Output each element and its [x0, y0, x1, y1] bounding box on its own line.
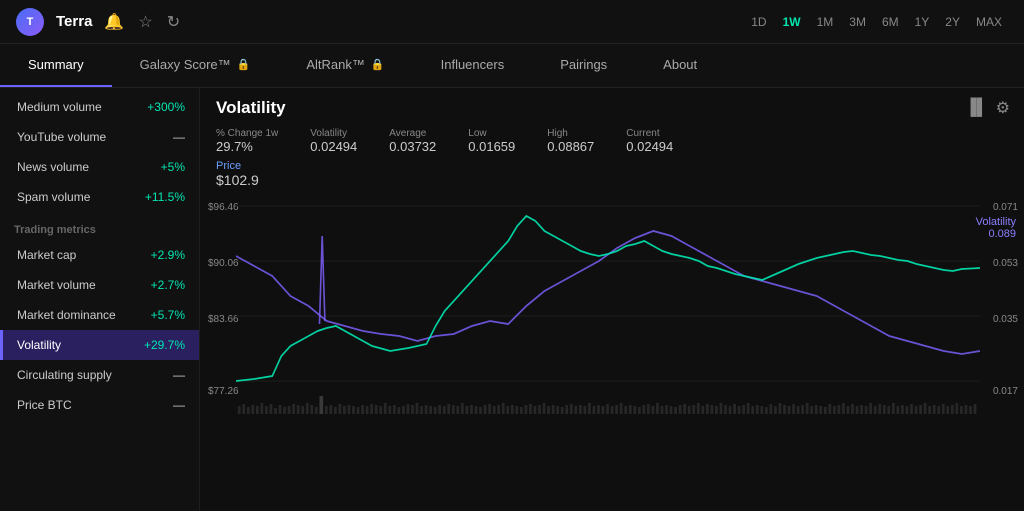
time-3m[interactable]: 3M [843, 12, 872, 32]
stat-change: % Change 1w 29.7% [216, 128, 278, 154]
stat-current: Current 0.02494 [626, 128, 673, 154]
chart-svg [236, 196, 980, 426]
y-label-90: $90.06 [208, 258, 239, 269]
y-right-017: 0.017 [993, 386, 1018, 397]
refresh-icon[interactable]: ↻ [167, 12, 180, 32]
tab-galaxy-score[interactable]: Galaxy Score™ 🔒 [112, 44, 279, 87]
tab-about[interactable]: About [635, 44, 725, 87]
tab-altrank[interactable]: AltRank™ 🔒 [278, 44, 412, 87]
time-1w[interactable]: 1W [777, 12, 807, 32]
price-line [236, 231, 980, 354]
time-max[interactable]: MAX [970, 12, 1008, 32]
tab-summary[interactable]: Summary [0, 44, 112, 87]
time-2y[interactable]: 2Y [939, 12, 966, 32]
bell-icon[interactable]: 🔔 [104, 12, 124, 32]
stat-low: Low 0.01659 [468, 128, 515, 154]
bar-chart-icon[interactable]: ▐▌ [965, 99, 988, 117]
nav-left: T Terra 🔔 ☆ ↻ [16, 8, 180, 36]
trading-metrics-title: Trading metrics [0, 212, 199, 240]
chart-price-value: $102.9 [216, 172, 1008, 188]
stat-high: High 0.08867 [547, 128, 594, 154]
volatility-line [236, 216, 980, 381]
chart-controls: ▐▌ ⚙ [965, 98, 1010, 118]
top-nav: T Terra 🔔 ☆ ↻ 1D 1W 1M 3M 6M 1Y 2Y MAX [0, 0, 1024, 44]
settings-icon[interactable]: ⚙ [996, 98, 1010, 118]
chart-price-label: Price [216, 160, 1008, 172]
sidebar-item-circulating-supply[interactable]: Circulating supply — [0, 360, 199, 390]
chart-area: ▐▌ ⚙ Volatility % Change 1w 29.7% Volati… [200, 88, 1024, 511]
y-right-035: 0.035 [993, 314, 1018, 325]
time-1d[interactable]: 1D [745, 12, 772, 32]
sidebar-item-spam-volume[interactable]: Spam volume +11.5% [0, 182, 199, 212]
app-name: Terra [56, 13, 92, 30]
sidebar-item-market-cap[interactable]: Market cap +2.9% [0, 240, 199, 270]
chart-svg-wrapper: $96.46 $90.06 $83.66 $77.26 0.071 0.053 … [200, 196, 1024, 436]
nav-icons: 🔔 ☆ ↻ [104, 12, 180, 32]
y-label-77: $77.26 [208, 386, 239, 397]
time-period-selector: 1D 1W 1M 3M 6M 1Y 2Y MAX [745, 12, 1008, 32]
star-icon[interactable]: ☆ [138, 12, 152, 32]
stat-volatility: Volatility 0.02494 [310, 128, 357, 154]
tab-influencers[interactable]: Influencers [413, 44, 533, 87]
time-6m[interactable]: 6M [876, 12, 905, 32]
chart-stats: % Change 1w 29.7% Volatility 0.02494 Ave… [216, 128, 1008, 154]
chart-title: Volatility [216, 98, 1008, 118]
tab-pairings[interactable]: Pairings [532, 44, 635, 87]
time-1m[interactable]: 1M [811, 12, 840, 32]
chart-header: Volatility % Change 1w 29.7% Volatility … [200, 98, 1024, 196]
lock-icon-galaxy: 🔒 [237, 58, 251, 71]
sidebar-item-youtube-volume[interactable]: YouTube volume — [0, 122, 199, 152]
volatility-annotation: Volatility 0.089 [976, 216, 1016, 240]
sidebar-item-market-volume[interactable]: Market volume +2.7% [0, 270, 199, 300]
main-layout: Medium volume +300% YouTube volume — New… [0, 88, 1024, 511]
sidebar-item-volatility[interactable]: Volatility +29.7% [0, 330, 199, 360]
y-right-053: 0.053 [993, 258, 1018, 269]
tab-bar: Summary Galaxy Score™ 🔒 AltRank™ 🔒 Influ… [0, 44, 1024, 88]
sidebar: Medium volume +300% YouTube volume — New… [0, 88, 200, 511]
sidebar-item-news-volume[interactable]: News volume +5% [0, 152, 199, 182]
stat-average: Average 0.03732 [389, 128, 436, 154]
y-label-83: $83.66 [208, 314, 239, 325]
y-label-96: $96.46 [208, 202, 239, 213]
sidebar-item-price-btc[interactable]: Price BTC — [0, 390, 199, 420]
lock-icon-altrank: 🔒 [371, 58, 385, 71]
sidebar-item-medium-volume[interactable]: Medium volume +300% [0, 92, 199, 122]
sidebar-item-market-dominance[interactable]: Market dominance +5.7% [0, 300, 199, 330]
y-right-071: 0.071 [993, 202, 1018, 213]
logo: T [16, 8, 44, 36]
time-1y[interactable]: 1Y [909, 12, 936, 32]
